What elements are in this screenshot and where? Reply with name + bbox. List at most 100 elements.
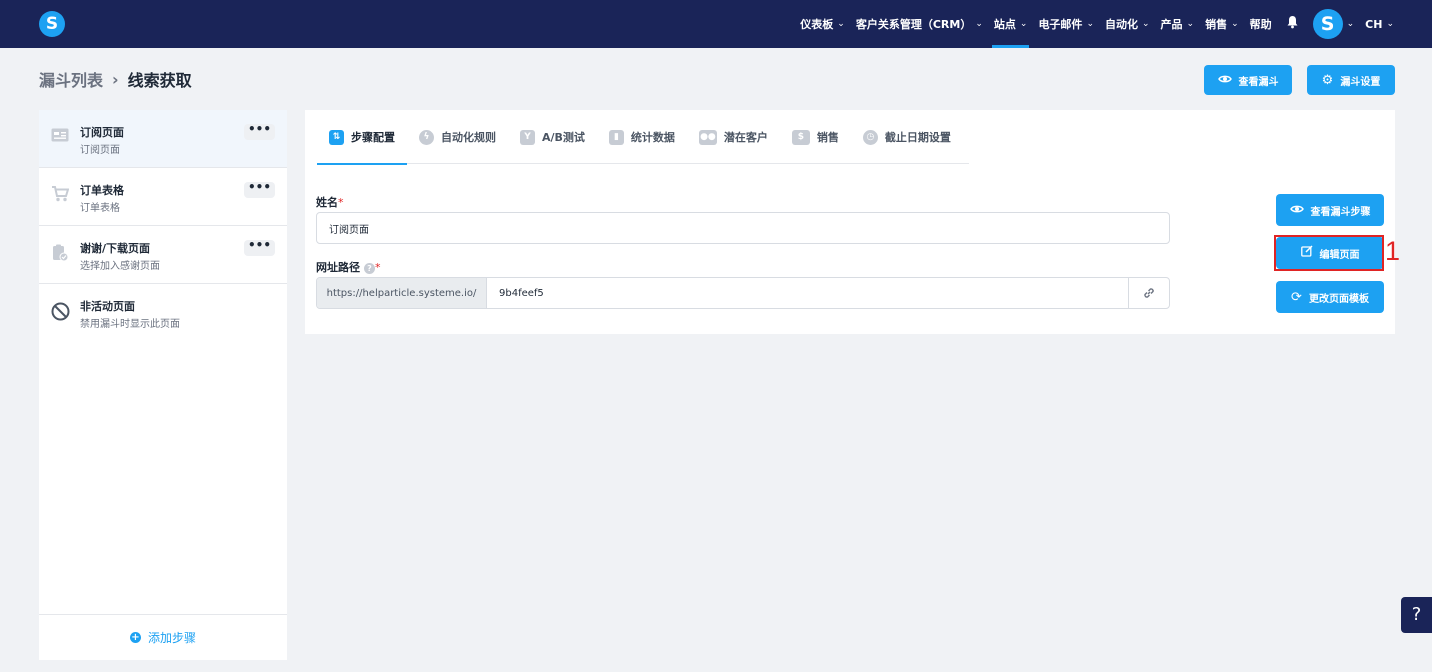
tab-label: 步骤配置 [351,131,395,144]
nav-automation[interactable]: 自动化 ⌄ [1105,0,1150,48]
edit-icon [1300,245,1313,261]
view-funnel-button[interactable]: 查看漏斗 [1204,65,1292,95]
step-subtitle: 订阅页面 [80,145,120,156]
nav-label: 产品 [1160,18,1183,31]
tab-label: 统计数据 [630,131,675,144]
tab-label: 潜在客户 [723,131,768,144]
tab-statistics[interactable]: ▮ 统计数据 [597,110,687,164]
step-tabs: ⇅ 步骤配置 ϟ 自动化规则 Y A/B测试 ▮ 统计数据 ●● 潜在客户 $ 销售 ◷ 截止… [317,110,969,165]
nav-sales[interactable]: 销售 ⌄ [1205,0,1239,48]
view-step-button[interactable]: 查看漏斗步骤 [1276,194,1384,226]
tab-label: 自动化规则 [441,131,496,144]
breadcrumb-separator: › [112,69,119,89]
settings-icon: ⇅ [329,129,344,145]
nav-label: 电子邮件 [1038,18,1083,31]
nav-label: 仪表板 [800,18,834,31]
tab-leads[interactable]: ●● 潜在客户 [687,110,780,164]
breadcrumb-parent[interactable]: 漏斗列表 [39,67,103,91]
step-title: 订单表格 [80,184,124,197]
step-subtitle: 订单表格 [80,203,120,214]
help-icon[interactable]: ? [364,262,375,274]
chevron-down-icon: ⌄ [1231,19,1239,29]
chevron-down-icon: ⌄ [975,19,983,29]
url-path-label: 网址路径? * [316,259,381,275]
language-label: CH [1365,17,1383,31]
funnel-step-item[interactable]: 谢谢/下载页面 选择加入感谢页面 ••• [39,226,287,284]
edit-page-button[interactable]: 编辑页面 [1276,237,1384,269]
step-subtitle: 禁用漏斗时显示此页面 [80,319,180,330]
split-icon: Y [520,129,535,145]
thanks-page-icon [51,244,69,262]
dollar-icon: $ [791,129,810,145]
step-title: 非活动页面 [80,300,135,313]
tab-step-config[interactable]: ⇅ 步骤配置 [317,110,407,165]
more-options-button[interactable]: ••• [244,239,275,256]
funnel-step-item[interactable]: 非活动页面 禁用漏斗时显示此页面 [39,284,287,342]
chevron-down-icon[interactable]: ⌄ [1347,19,1355,29]
path-value: 9b4feef5 [499,287,544,299]
funnel-step-item[interactable]: 订单表格 订单表格 ••• [39,168,287,226]
step-subtitle: 选择加入感谢页面 [80,261,160,272]
add-step-button[interactable]: + 添加步骤 [39,614,287,660]
tab-sales[interactable]: $ 销售 [780,110,851,164]
tab-label: A/B测试 [542,131,585,144]
nav-label: 站点 [993,18,1016,31]
bolt-icon: ϟ [419,129,434,145]
main-nav: 仪表板 ⌄ 客户关系管理（CRM） ⌄ 站点 ⌄ 电子邮件 ⌄ 自动化 ⌄ 产品 ⌄ 销售 ⌄… [789,0,1394,48]
label-text: 姓名 [316,196,338,209]
clock-icon: ◷ [862,129,878,145]
page-icon [51,128,69,146]
gear-icon: ⚙ [1321,72,1334,88]
button-label: 更改页面模板 [1308,293,1369,305]
tab-label: 截止日期设置 [884,131,951,144]
name-value: 订阅页面 [329,224,369,236]
chevron-down-icon: ⌄ [1186,19,1195,29]
nav-help[interactable]: 帮助 [1250,0,1272,48]
required-mark: * [338,196,344,209]
change-template-button[interactable]: ⟳ 更改页面模板 [1276,281,1384,313]
step-title: 订阅页面 [80,126,124,139]
more-options-button[interactable]: ••• [244,123,275,140]
nav-label: 自动化 [1104,18,1138,31]
chevron-down-icon: ⌄ [1019,19,1028,29]
help-button[interactable]: ? [1401,597,1432,633]
link-icon[interactable] [1128,278,1169,308]
disabled-icon [51,302,70,321]
logo[interactable]: S [39,11,65,37]
button-label: 查看漏斗 [1238,76,1279,88]
language-select[interactable]: CH ⌄ [1365,0,1394,48]
nav-email[interactable]: 电子邮件 ⌄ [1038,0,1094,48]
top-navbar: S 仪表板 ⌄ 客户关系管理（CRM） ⌄ 站点 ⌄ 电子邮件 ⌄ 自动化 ⌄ 产品 ⌄ 销… [0,0,1432,48]
chevron-down-icon: ⌄ [1086,19,1094,29]
url-prefix: https://helparticle.systeme.io/ [317,278,487,308]
chevron-down-icon: ⌄ [837,19,845,29]
name-field[interactable]: 订阅页面 [316,212,1170,244]
add-step-label: 添加步骤 [147,631,196,645]
button-label: 查看漏斗步骤 [1310,206,1371,218]
users-icon: ●● [698,129,717,145]
required-mark: * [375,261,381,274]
nav-label: 客户关系管理（CRM） [855,18,972,31]
nav-products[interactable]: 产品 ⌄ [1161,0,1195,48]
button-label: 漏斗设置 [1340,76,1381,88]
url-path-group: https://helparticle.systeme.io/ 9b4feef5 [316,277,1170,309]
chevron-down-icon: ⌄ [1141,19,1150,29]
tab-label: 销售 [816,131,839,144]
nav-crm[interactable]: 客户关系管理（CRM） ⌄ [856,0,983,48]
tab-automation-rules[interactable]: ϟ 自动化规则 [407,110,508,164]
cart-icon [51,186,70,204]
funnel-step-item[interactable]: 订阅页面 订阅页面 ••• [39,110,287,168]
nav-sites[interactable]: 站点 ⌄ [991,0,1029,48]
more-options-button[interactable]: ••• [244,181,275,198]
avatar[interactable]: S [1312,9,1343,39]
tab-deadline-settings[interactable]: ◷ 截止日期设置 [851,110,963,164]
bell-icon[interactable] [1286,15,1299,33]
funnel-settings-button[interactable]: ⚙ 漏斗设置 [1307,65,1395,95]
page-title: 线索获取 [127,71,192,90]
tab-ab-test[interactable]: Y A/B测试 [508,110,597,164]
plus-icon: + [129,632,141,643]
label-text: 网址路径 [316,261,360,274]
eye-icon [1217,73,1232,88]
nav-dashboard[interactable]: 仪表板 ⌄ [800,0,845,48]
url-path-field[interactable]: 9b4feef5 [487,278,1128,308]
